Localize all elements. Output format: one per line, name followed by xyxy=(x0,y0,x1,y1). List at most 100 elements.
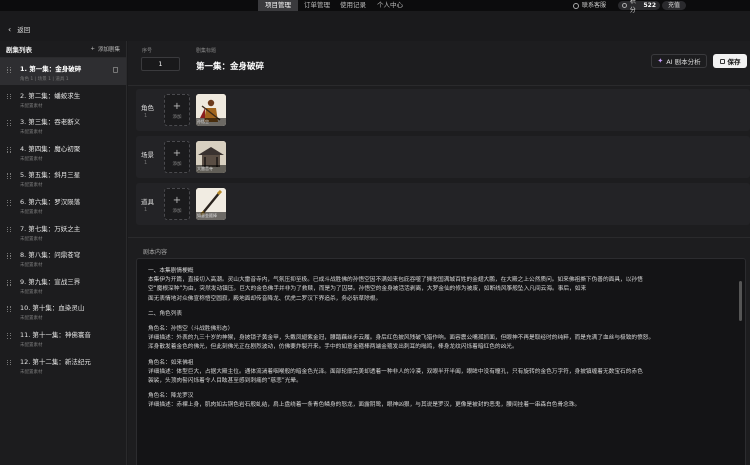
chevron-left-icon: ‹ xyxy=(8,24,12,34)
episode-title: 3. 第三集：吞老断义 xyxy=(20,118,81,127)
episode-item[interactable]: 10. 第十集：血染灵山 未配置素材 xyxy=(0,297,126,324)
save-button[interactable]: 保存 xyxy=(713,54,747,68)
episode-item[interactable]: 5. 第五集：斜月三星 未配置素材 xyxy=(0,164,126,191)
trash-icon[interactable] xyxy=(113,67,118,73)
tab-order-management[interactable]: 订单管理 xyxy=(300,0,334,11)
plus-icon: + xyxy=(90,46,95,52)
drag-handle-icon[interactable] xyxy=(7,226,11,233)
scene-thumbnail[interactable]: 大雷音寺 xyxy=(196,141,226,173)
script-line: 角色名：降龙罗汉 xyxy=(148,393,194,400)
sparkle-icon: ✦ xyxy=(657,57,664,65)
episode-item[interactable]: 12. 第十二集：新法纪元 未配置素材 xyxy=(0,351,126,378)
episode-status: 未配置素材 xyxy=(20,236,43,242)
script-line: 面无表情地对众佛宣称悟空圆寂，殿地面却传音降龙、伏虎二罗汉下界追杀，务必斩草除根… xyxy=(148,295,382,302)
character-thumbnail[interactable]: 孙悟空 xyxy=(196,94,226,126)
character-asset-row: 角色 1 + 添加 孙悟空 xyxy=(136,89,750,131)
episode-item[interactable]: 4. 第四集：魔心初聚 未配置素材 xyxy=(0,138,126,165)
episode-status: 未配置素材 xyxy=(20,183,43,189)
drag-handle-icon[interactable] xyxy=(7,253,11,259)
script-scrollbar[interactable] xyxy=(739,281,742,321)
add-label: 添加 xyxy=(172,162,182,167)
episode-status: 未配置素材 xyxy=(20,316,43,322)
title-label: 剧集标题 xyxy=(196,48,217,54)
script-line: 二、角色列表 xyxy=(148,310,183,317)
episode-item[interactable]: 8. 第八集：问鼎苍穹 未配置素材 xyxy=(0,244,126,271)
sidebar-header: 剧集列表 + 添加剧集 xyxy=(0,41,126,58)
add-episode-label: 添加剧集 xyxy=(97,47,120,53)
episode-title: 10. 第十集：血染灵山 xyxy=(20,304,85,313)
drag-handle-icon[interactable] xyxy=(7,120,11,127)
script-line: 角色名：如来佛祖 xyxy=(148,359,194,366)
drag-handle-icon[interactable] xyxy=(7,199,11,206)
drag-handle-icon[interactable] xyxy=(7,306,11,313)
tab-project-management[interactable]: 项目管理 xyxy=(258,0,298,11)
save-icon xyxy=(719,58,725,64)
prop-thumbnail[interactable]: 如意金箍棒 xyxy=(196,188,226,220)
add-prop-button[interactable]: + 添加 xyxy=(164,188,190,220)
points-value: 522 xyxy=(643,2,656,9)
coin-icon xyxy=(622,3,627,8)
recharge-label: 充值 xyxy=(667,2,680,9)
drag-handle-icon[interactable] xyxy=(7,93,11,100)
thumbnail-caption: 孙悟空 xyxy=(196,118,226,126)
back-button[interactable]: ‹ 返回 xyxy=(8,24,31,35)
episode-status: 未配置素材 xyxy=(20,130,43,136)
plus-icon: + xyxy=(172,195,182,206)
episode-status: 角色 1 | 场景 1 | 道具 1 xyxy=(20,77,69,82)
drag-handle-icon[interactable] xyxy=(7,359,11,366)
ai-script-analysis-button[interactable]: ✦ AI 剧本分析 xyxy=(651,54,707,68)
episode-status: 未配置素材 xyxy=(20,369,43,375)
script-textarea[interactable]: 一、本集剧情梗概 本集伊为开篇，直接切入高潮。灵山大雷音寺内，气氛压抑至极。已成… xyxy=(136,258,746,465)
drag-handle-icon[interactable] xyxy=(7,146,11,153)
script-line: 袈裟，头顶肉髻闪烁着令人目眩甚至感到刺痛的“慈悲”光晕。 xyxy=(148,378,302,385)
episode-title: 2. 第二集：蟠蛟求生 xyxy=(20,91,81,100)
add-scene-button[interactable]: + 添加 xyxy=(164,141,190,173)
add-character-button[interactable]: + 添加 xyxy=(164,94,190,126)
main-panel: 序号 1 剧集标题 第一集：金身破碎 ✦ AI 剧本分析 保存 角色 1 + 添… xyxy=(128,41,750,465)
episode-item[interactable]: 1. 第一集：金身破碎 角色 1 | 场景 1 | 道具 1 xyxy=(0,58,126,85)
plus-icon: + xyxy=(172,148,182,159)
episode-header: 序号 1 剧集标题 第一集：金身破碎 ✦ AI 剧本分析 保存 xyxy=(128,41,750,86)
thumbnail-caption: 大雷音寺 xyxy=(196,165,226,173)
asset-type-label: 场景 xyxy=(141,151,154,159)
asset-count: 1 xyxy=(144,160,148,166)
top-nav: 项目管理 订单管理 使用记录 个人中心 联系客服 积分 522 充值 xyxy=(0,0,750,14)
script-line: 角色名：孙悟空（斗战胜佛形态） xyxy=(148,326,234,333)
episode-title: 12. 第十二集：新法纪元 xyxy=(20,357,91,366)
episode-item[interactable]: 3. 第三集：吞老断义 未配置素材 xyxy=(0,111,126,138)
episode-item[interactable]: 9. 第九集：宣战三界 未配置素材 xyxy=(0,271,126,298)
drag-handle-icon[interactable] xyxy=(7,279,11,286)
save-label: 保存 xyxy=(727,58,741,66)
episode-title: 9. 第九集：宣战三界 xyxy=(20,277,81,286)
episode-title: 1. 第一集：金身破碎 xyxy=(20,65,82,73)
number-label: 序号 xyxy=(142,48,153,54)
episode-number-input[interactable]: 1 xyxy=(141,57,180,71)
script-line: 详细描述：外表的九三十岁的神猴，身披锁子黄金甲，头戴凤翅紫金冠，腰踏藕丝步云履。… xyxy=(148,335,655,342)
episode-item[interactable]: 2. 第二集：蟠蛟求生 未配置素材 xyxy=(0,85,126,112)
tab-personal-center[interactable]: 个人中心 xyxy=(372,0,408,11)
add-label: 添加 xyxy=(172,209,182,214)
asset-count: 1 xyxy=(144,113,148,119)
episode-item[interactable]: 11. 第十一集：神佛寰音 未配置素材 xyxy=(0,324,126,351)
points-label: 积分 xyxy=(629,0,636,14)
add-episode-button[interactable]: + 添加剧集 xyxy=(90,45,120,53)
episode-status: 未配置素材 xyxy=(20,263,43,269)
episode-status: 未配置素材 xyxy=(20,103,43,109)
prop-asset-row: 道具 1 + 添加 如意金箍棒 xyxy=(136,183,750,225)
tab-usage-records[interactable]: 使用记录 xyxy=(336,0,370,11)
support-link[interactable]: 联系客服 xyxy=(573,0,606,11)
add-label: 添加 xyxy=(172,115,182,120)
ai-button-label: AI 剧本分析 xyxy=(666,58,701,66)
script-section: 剧本内容 一、本集剧情梗概 本集伊为开篇，直接切入高潮。灵山大雷音寺内，气氛压抑… xyxy=(128,237,750,465)
back-label: 返回 xyxy=(17,26,31,34)
recharge-button[interactable]: 充值 xyxy=(662,1,686,10)
episode-item[interactable]: 6. 第六集：罗汉陨落 未配置素材 xyxy=(0,191,126,218)
points-badge: 积分 522 xyxy=(618,0,660,14)
episode-title-input[interactable]: 第一集：金身破碎 xyxy=(196,60,264,72)
episode-item[interactable]: 7. 第七集：万妖之主 未配置素材 xyxy=(0,218,126,245)
plus-icon: + xyxy=(172,101,182,112)
drag-handle-icon[interactable] xyxy=(7,173,11,180)
episode-title: 7. 第七集：万妖之主 xyxy=(20,224,81,233)
drag-handle-icon[interactable] xyxy=(7,67,11,73)
drag-handle-icon[interactable] xyxy=(7,332,11,339)
